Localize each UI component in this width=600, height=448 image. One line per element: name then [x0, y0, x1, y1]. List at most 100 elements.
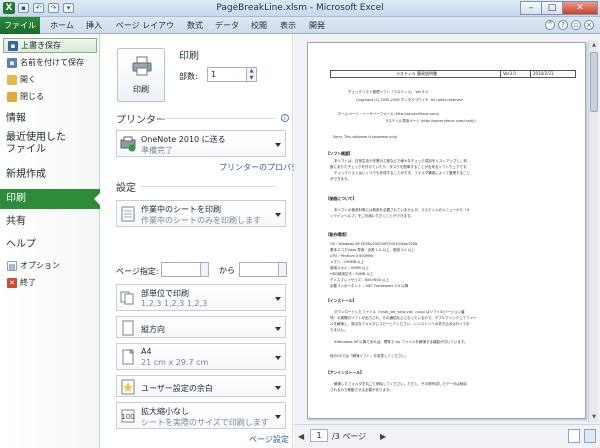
minimize-button[interactable]: –: [520, 1, 542, 15]
page-navigation-bar: ◀ 1 /3 ページ ▶: [294, 424, 600, 448]
doc-text: 本ソフトの使用料等には費用を必要されていませんが、ラスティルのメニューから「オ: [334, 208, 470, 212]
minimize-ribbon-icon[interactable]: ^: [545, 20, 555, 30]
sidebar-item-label: 最近使用した ファイル: [6, 132, 66, 155]
page-setup-link[interactable]: ページ設定: [249, 434, 289, 445]
collation-label: 部単位で印刷: [141, 289, 189, 298]
window-title: PageBreakLine.xlsm - Microsoft Excel: [216, 3, 384, 13]
doc-text: ができます。: [330, 177, 351, 181]
doc-section-title: 【インストール】: [326, 298, 357, 303]
paper-size-select[interactable]: A4 21 cm x 29.7 cm: [116, 343, 286, 370]
tab-insert[interactable]: 挿入: [82, 19, 106, 33]
doc-section-title: 【ソフト概要】: [326, 151, 353, 156]
doc-text: ラスティル専用ページ (http://sorceryforce.com/rust…: [385, 119, 476, 123]
paper-size-label: A4: [141, 347, 152, 356]
collation-desc: 1,2,3 1,2,3 1,2,3: [141, 299, 208, 308]
divider: [161, 118, 276, 119]
sidebar-item-save-as[interactable]: ▪ 名前を付けて保存: [3, 55, 97, 70]
divider: [141, 186, 276, 187]
print-section-title: 印刷: [179, 51, 199, 62]
save-as-icon: ▪: [7, 57, 17, 68]
info-icon[interactable]: i: [281, 114, 289, 122]
restore-window-icon[interactable]: ▫: [571, 20, 581, 30]
preview-scrollbar[interactable]: ▲ ▼: [588, 40, 598, 422]
doc-header-date: 2010/2/31: [533, 71, 554, 76]
sidebar-item-info[interactable]: 情報: [3, 110, 97, 126]
tab-review[interactable]: 校閲: [247, 19, 271, 33]
maximize-button[interactable]: □: [541, 1, 563, 15]
sidebar-item-open[interactable]: 開く: [3, 72, 97, 87]
margins-select[interactable]: ユーザー設定の余白: [116, 375, 286, 397]
page-from-stepper[interactable]: [201, 262, 209, 277]
settings-section-title: 設定: [116, 183, 136, 194]
print-what-desc: 作業中のシートのみを印刷します: [141, 216, 261, 225]
sidebar-item-save[interactable]: ▪ 上書き保存: [3, 38, 97, 53]
doc-text: 使用スキル : 50MB 以上: [330, 266, 369, 270]
sidebar-item-share[interactable]: 共有: [3, 213, 97, 229]
doc-text: されるので移動させる必要があります。: [330, 388, 393, 392]
printer-status: 準備完了: [141, 146, 173, 155]
tab-developer[interactable]: 開発: [305, 19, 329, 33]
copies-stepper[interactable]: ▲ ▼: [247, 67, 257, 82]
scaling-desc: シートを実際のサイズで印刷します: [141, 418, 269, 427]
printer-status-icon: [120, 136, 136, 152]
doc-text: りません。: [330, 328, 348, 332]
chevron-down-icon: [275, 356, 281, 360]
chevron-down-icon: [275, 213, 281, 217]
page-from-input[interactable]: [161, 262, 201, 277]
sidebar-item-options[interactable]: ▤ オプション: [3, 258, 97, 273]
doc-section-title: 【動作環境】: [326, 232, 349, 237]
tab-view[interactable]: 表示: [276, 19, 300, 33]
printer-section-title: プリンター: [116, 115, 166, 126]
paper-icon: [122, 349, 135, 365]
tab-file[interactable]: ファイル: [0, 17, 40, 34]
print-button[interactable]: 印刷: [117, 48, 165, 102]
collate-icon: [120, 291, 134, 305]
tab-page-layout[interactable]: ページ レイアウト: [113, 19, 177, 44]
collation-select[interactable]: 部単位で印刷 1,2,3 1,2,3 1,2,3: [116, 284, 286, 311]
close-button[interactable]: ✕: [562, 1, 598, 15]
print-what-select[interactable]: 作業中のシートを印刷 作業中のシートのみを印刷します: [116, 200, 286, 227]
scaling-select[interactable]: 100 拡大縮小なし シートを実際のサイズで印刷します: [116, 402, 286, 429]
zoom-to-page-icon[interactable]: [584, 429, 596, 443]
sidebar-item-label: 開く: [20, 75, 36, 84]
printer-select[interactable]: OneNote 2010 に送る 準備完了: [116, 130, 286, 157]
sidebar-item-label: 上書き保存: [21, 41, 61, 50]
sidebar-item-new[interactable]: 新規作成: [3, 166, 97, 182]
pages-label: ページ指定:: [116, 267, 159, 276]
page-to-input[interactable]: [239, 262, 279, 277]
tab-data[interactable]: データ: [212, 19, 242, 33]
folder-open-icon: [7, 74, 17, 85]
sidebar-item-exit[interactable]: ✕ 終了: [3, 275, 97, 290]
scroll-down-icon[interactable]: ▼: [590, 413, 598, 421]
exit-icon: ✕: [7, 277, 17, 288]
sidebar-item-close[interactable]: 閉じる: [3, 89, 97, 104]
sidebar-item-help[interactable]: ヘルプ: [3, 236, 97, 252]
scroll-thumb[interactable]: [590, 52, 598, 112]
doc-text: Copyright (C) 2005-2008 ホノダラコウイチ. All ri…: [356, 98, 463, 102]
show-margins-icon[interactable]: [568, 429, 580, 443]
sidebar-item-label: 終了: [20, 278, 36, 287]
orientation-select[interactable]: 縦方向: [116, 316, 286, 338]
ribbon-tabs: ファイル ホーム 挿入 ページ レイアウト 数式 データ 校閲 表示 開発 ^ …: [0, 17, 600, 44]
doc-text: 他のOSでは「解凍ソフト」を用意してください。: [330, 354, 409, 358]
tab-formulas[interactable]: 数式: [183, 19, 207, 33]
copies-label: 部数:: [179, 72, 198, 81]
close-workbook-icon[interactable]: ×: [584, 20, 594, 30]
doc-text: CPU : Pentium II 600MHz: [330, 254, 374, 258]
current-page-input[interactable]: 1: [310, 429, 328, 442]
doc-text: HDD使用空き : 50MB 以上: [330, 272, 374, 276]
prev-page-icon[interactable]: ◀: [298, 432, 304, 441]
scroll-up-icon[interactable]: ▲: [590, 41, 598, 49]
next-page-icon[interactable]: ▶: [380, 432, 386, 441]
sidebar-item-print[interactable]: 印刷: [0, 189, 101, 209]
portrait-icon: [122, 320, 134, 336]
copies-input[interactable]: 1: [207, 67, 247, 82]
sidebar-item-label: オプション: [20, 261, 60, 270]
tab-home[interactable]: ホーム: [46, 19, 78, 33]
scaling-label: 拡大縮小なし: [141, 407, 189, 416]
print-what-label: 作業中のシートを印刷: [141, 205, 221, 214]
options-icon: ▤: [7, 260, 17, 271]
sidebar-item-recent[interactable]: 最近使用した ファイル: [3, 132, 97, 160]
help-icon[interactable]: ?: [558, 20, 568, 30]
page-to-stepper[interactable]: [279, 262, 287, 277]
